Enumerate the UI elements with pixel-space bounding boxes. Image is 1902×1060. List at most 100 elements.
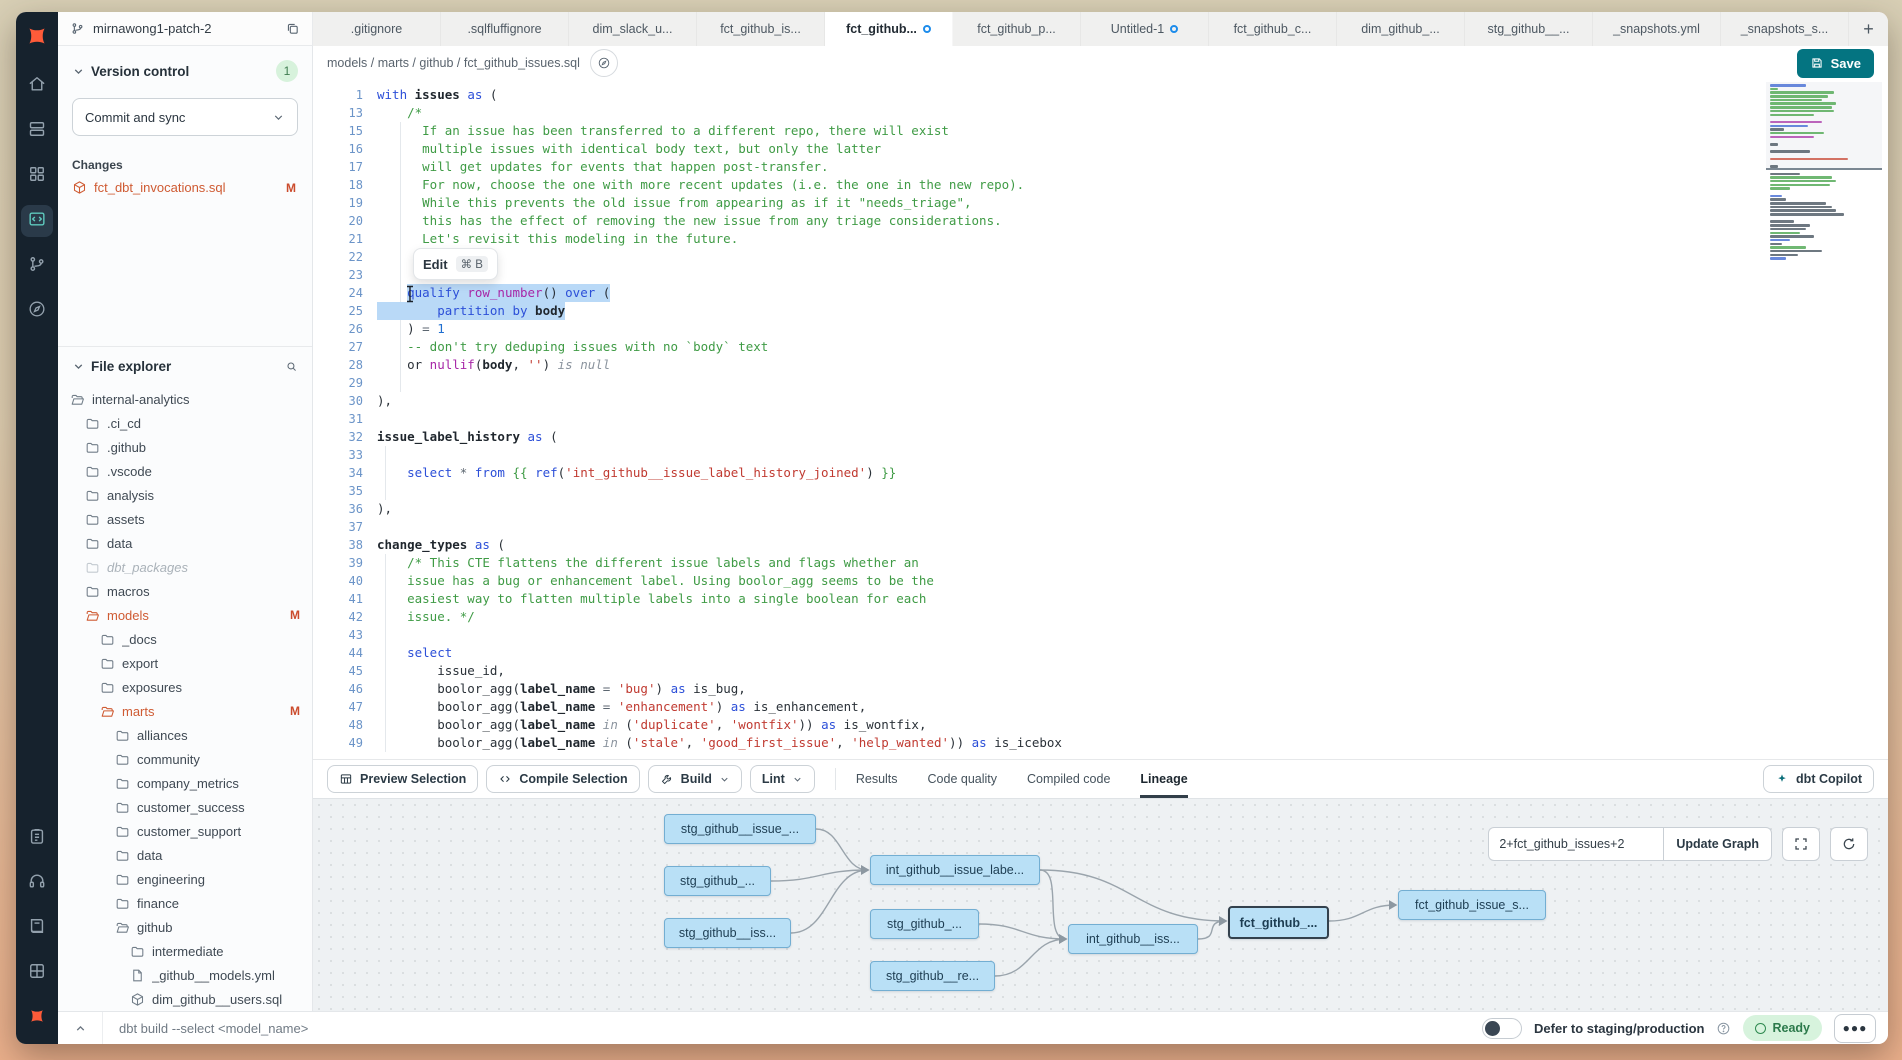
rail-docs-button[interactable] [21, 912, 53, 944]
tree-item[interactable]: macros [58, 579, 312, 603]
editor-tab[interactable]: _snapshots_s... [1721, 12, 1849, 46]
lineage-canvas[interactable]: stg_github__issue_... stg_github_... stg_g… [313, 798, 1888, 1011]
lineage-node[interactable]: stg_github_... [870, 909, 979, 939]
tree-item[interactable]: analysis [58, 483, 312, 507]
changed-file-row[interactable]: fct_dbt_invocations.sql M [72, 180, 298, 195]
code-line[interactable]: 13/* [313, 104, 1888, 122]
code-line[interactable]: 24qualify row_number() over ( [313, 284, 1888, 302]
tree-item[interactable]: data [58, 531, 312, 555]
command-input[interactable]: dbt build --select <model_name> [103, 1021, 1482, 1036]
search-icon[interactable] [285, 360, 298, 373]
code-line[interactable]: 28or nullif(body, '') is null [313, 356, 1888, 374]
code-line[interactable]: 34select * from {{ ref('int_github__issu… [313, 464, 1888, 482]
tree-item[interactable]: assets [58, 507, 312, 531]
code-line[interactable]: 22 [313, 248, 1888, 266]
editor-tab[interactable]: fct_github_p... [953, 12, 1081, 46]
help-icon[interactable] [1716, 1021, 1731, 1036]
dbt-copilot-button[interactable]: dbt Copilot [1763, 765, 1874, 793]
tree-item[interactable]: dim_github__users.sql [58, 987, 312, 1011]
code-line[interactable]: 48boolor_agg(label_name in ('duplicate',… [313, 716, 1888, 734]
tree-item[interactable]: modelsM [58, 603, 312, 627]
tree-item[interactable]: export [58, 651, 312, 675]
editor-tab[interactable]: fct_github_c... [1209, 12, 1337, 46]
tree-item[interactable]: github [58, 915, 312, 939]
copy-branch-icon[interactable] [285, 21, 300, 36]
tree-item[interactable]: internal-analytics [58, 387, 312, 411]
code-line[interactable]: 30), [313, 392, 1888, 410]
rail-explore-button[interactable] [21, 295, 53, 327]
editor-tab[interactable]: fct_github_is... [697, 12, 825, 46]
dbt-logo-icon[interactable] [24, 23, 50, 54]
editor-tab[interactable]: _snapshots.yml [1593, 12, 1721, 46]
rail-support-button[interactable] [21, 867, 53, 899]
code-line[interactable]: 23 [313, 266, 1888, 284]
code-line[interactable]: 35 [313, 482, 1888, 500]
code-line[interactable]: 25partition by body [313, 302, 1888, 320]
code-line[interactable]: 47boolor_agg(label_name = 'enhancement')… [313, 698, 1888, 716]
version-control-header[interactable]: Version control 1 [72, 60, 298, 82]
tree-item[interactable]: .github [58, 435, 312, 459]
tree-item[interactable]: dbt_packages [58, 555, 312, 579]
panel-tab-code-quality[interactable]: Code quality [928, 760, 998, 798]
refresh-icon[interactable] [1830, 827, 1868, 861]
panel-tab-results[interactable]: Results [856, 760, 898, 798]
file-explorer-header[interactable]: File explorer [58, 347, 312, 385]
lineage-node[interactable]: int_github__iss... [1068, 924, 1198, 954]
panel-tab-lineage[interactable]: Lineage [1140, 760, 1187, 798]
code-line[interactable]: 31 [313, 410, 1888, 428]
lineage-node[interactable]: int_github__issue_labe... [870, 855, 1040, 885]
code-line[interactable]: 37 [313, 518, 1888, 536]
code-line[interactable]: 15If an issue has been transferred to a … [313, 122, 1888, 140]
rail-apps-button[interactable] [21, 160, 53, 192]
tree-item[interactable]: intermediate [58, 939, 312, 963]
tree-item[interactable]: exposures [58, 675, 312, 699]
code-line[interactable]: 27-- don't try deduping issues with no `… [313, 338, 1888, 356]
more-options-button[interactable]: ●●● [1834, 1014, 1876, 1043]
tree-item[interactable]: customer_success [58, 795, 312, 819]
code-line[interactable]: 42issue. */ [313, 608, 1888, 626]
code-line[interactable]: 44select [313, 644, 1888, 662]
lineage-node[interactable]: stg_github__issue_... [664, 814, 816, 844]
code-line[interactable]: 46boolor_agg(label_name = 'bug') as is_b… [313, 680, 1888, 698]
compass-icon[interactable] [590, 49, 618, 77]
rail-dbt-flame-button[interactable] [21, 1002, 53, 1034]
edit-tooltip[interactable]: Edit ⌘ B [413, 248, 498, 280]
code-line[interactable]: 33 [313, 446, 1888, 464]
editor-tab[interactable]: Untitled-1 [1081, 12, 1209, 46]
rail-packages-button[interactable] [21, 957, 53, 989]
code-line[interactable]: 45issue_id, [313, 662, 1888, 680]
editor-tab[interactable]: fct_github... [825, 12, 953, 46]
tree-item[interactable]: _github__models.yml [58, 963, 312, 987]
fullscreen-icon[interactable] [1782, 827, 1820, 861]
status-badge[interactable]: Ready [1743, 1015, 1822, 1041]
tree-item[interactable]: .vscode [58, 459, 312, 483]
code-line[interactable]: 36), [313, 500, 1888, 518]
tree-item[interactable]: _docs [58, 627, 312, 651]
panel-tab-compiled-code[interactable]: Compiled code [1027, 760, 1110, 798]
lineage-node[interactable]: fct_github_... [1228, 906, 1329, 939]
code-line[interactable]: 41easiest way to flatten multiple labels… [313, 590, 1888, 608]
branch-widget[interactable]: mirnawong1-patch-2 [58, 12, 313, 46]
new-tab-button[interactable]: + [1849, 12, 1888, 46]
lineage-node[interactable]: stg_github__iss... [664, 918, 791, 948]
code-line[interactable]: 21Let's revisit this modeling in the fut… [313, 230, 1888, 248]
tree-item[interactable]: customer_support [58, 819, 312, 843]
preview-selection-button[interactable]: Preview Selection [327, 765, 478, 793]
code-line[interactable]: 39/* This CTE flattens the different iss… [313, 554, 1888, 572]
tree-item[interactable]: .ci_cd [58, 411, 312, 435]
code-line[interactable]: 40issue has a bug or enhancement label. … [313, 572, 1888, 590]
tree-item[interactable]: community [58, 747, 312, 771]
update-graph-button[interactable]: Update Graph [1663, 827, 1772, 861]
code-line[interactable]: 26) = 1 [313, 320, 1888, 338]
tree-item[interactable]: engineering [58, 867, 312, 891]
rail-version-control-button[interactable] [21, 250, 53, 282]
rail-develop-button[interactable] [21, 205, 53, 237]
code-line[interactable]: 43 [313, 626, 1888, 644]
code-line[interactable]: 20this has the effect of removing the ne… [313, 212, 1888, 230]
code-line[interactable]: 1with issues as ( [313, 86, 1888, 104]
code-line[interactable]: 38change_types as ( [313, 536, 1888, 554]
lineage-node[interactable]: stg_github_... [664, 866, 771, 896]
minimap[interactable] [1770, 84, 1876, 261]
tree-item[interactable]: company_metrics [58, 771, 312, 795]
editor-tab[interactable]: stg_github__... [1465, 12, 1593, 46]
